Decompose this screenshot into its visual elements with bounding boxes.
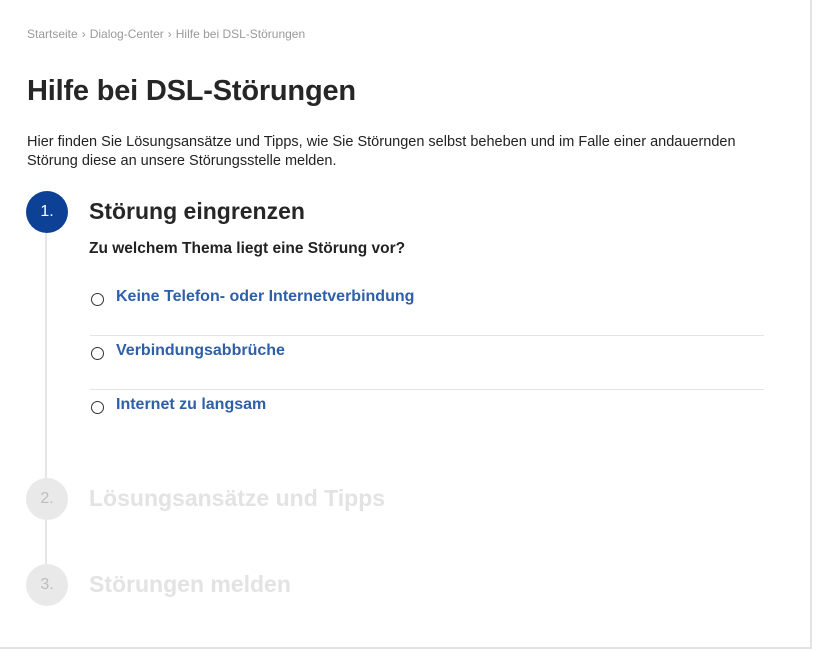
radio-button[interactable] [91,347,104,360]
option-label[interactable]: Verbindungsabbrüche [116,342,285,360]
breadcrumb: Startseite › Dialog-Center › Hilfe bei DSL-S… [27,27,305,41]
breadcrumb-link-startseite[interactable]: Startseite [27,27,78,41]
option-label[interactable]: Internet zu langsam [116,396,266,414]
page-title: Hilfe bei DSL-Störungen [27,75,356,107]
breadcrumb-separator: › [167,27,172,41]
breadcrumb-separator: › [81,27,86,41]
breadcrumb-link-dialog-center[interactable]: Dialog-Center [90,27,164,41]
step-2-number: 2. [26,478,68,520]
step-2-title: Lösungsansätze und Tipps [89,485,386,511]
step-1-title: Störung eingrenzen [89,198,305,224]
option-internet-zu-langsam[interactable]: Internet zu langsam [90,390,764,444]
radio-button[interactable] [91,401,104,414]
step-3-number: 3. [26,564,68,606]
page: Startseite › Dialog-Center › Hilfe bei DSL-S… [0,0,812,649]
step-3-title: Störungen melden [89,571,291,597]
step-1-question: Zu welchem Thema liegt eine Störung vor? [89,240,406,257]
intro-text: Hier finden Sie Lösungsansätze und Tipps… [27,134,736,169]
breadcrumb-current: Hilfe bei DSL-Störungen [175,27,306,41]
option-label[interactable]: Keine Telefon- oder Internetverbindung [116,288,414,306]
step-connector-line [45,520,47,564]
step-1-number: 1. [26,191,68,233]
step-connector-line [45,232,47,478]
option-verbindungsabbrueche[interactable]: Verbindungsabbrüche [90,336,764,390]
option-keine-verbindung[interactable]: Keine Telefon- oder Internetverbindung [90,282,764,336]
radio-button[interactable] [91,293,104,306]
